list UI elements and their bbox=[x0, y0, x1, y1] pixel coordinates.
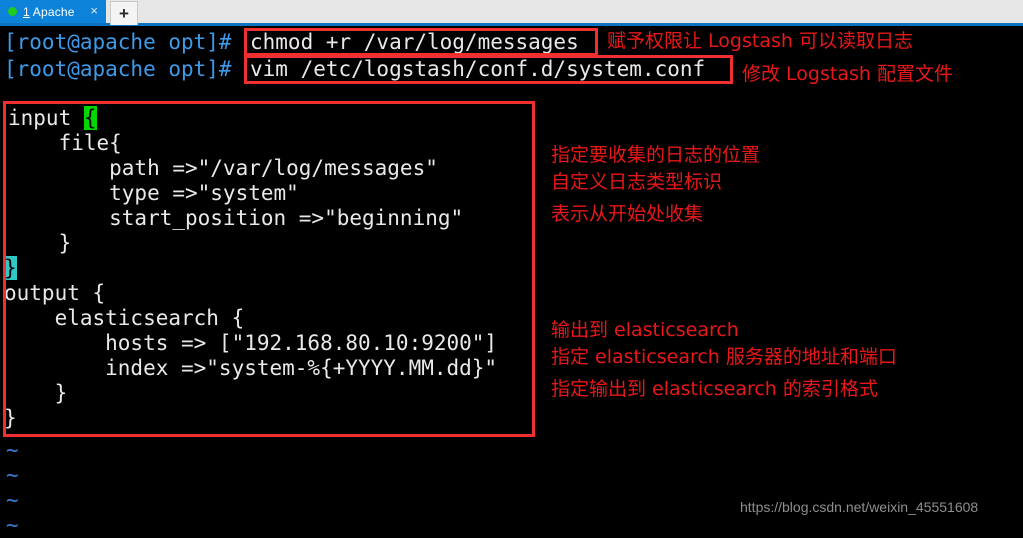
close-icon[interactable]: × bbox=[90, 3, 98, 19]
annotation-hosts: 指定 elasticsearch 服务器的地址和端口 bbox=[551, 346, 897, 368]
shell-prompt-2: [root@apache opt]# bbox=[4, 57, 232, 81]
tab-number: 1 bbox=[23, 4, 30, 19]
editor-line-0-pre: input bbox=[8, 106, 84, 130]
editor-line-11: } bbox=[4, 381, 68, 405]
editor-line-10: index =>"system-%{+YYYY.MM.dd}" bbox=[4, 356, 498, 380]
vim-cursor: } bbox=[4, 256, 17, 280]
tab-title: Apache bbox=[29, 4, 75, 19]
prompt-line-1: [root@apache opt]# bbox=[4, 30, 232, 55]
tab-bar: 1 Apache × + bbox=[0, 0, 1023, 26]
annotation-vim: 修改 Logstash 配置文件 bbox=[742, 63, 953, 85]
annotation-path: 指定要收集的日志的位置 bbox=[551, 144, 761, 166]
new-tab-button[interactable]: + bbox=[110, 1, 138, 25]
editor-line-2: path =>"/var/log/messages" bbox=[8, 156, 438, 180]
shell-prompt: [root@apache opt]# bbox=[4, 30, 232, 54]
annotation-type: 自定义日志类型标识 bbox=[551, 171, 723, 193]
vim-empty-line-marker-1: ~ bbox=[6, 463, 19, 487]
annotation-chmod: 赋予权限让 Logstash 可以读取日志 bbox=[607, 30, 913, 52]
prompt-line-2: [root@apache opt]# bbox=[4, 57, 232, 82]
matching-brace: { bbox=[83, 106, 97, 130]
editor-line-0: input { bbox=[8, 106, 97, 131]
editor-line-6: } bbox=[4, 256, 17, 281]
vim-empty-line-marker-2: ~ bbox=[6, 488, 19, 512]
tab-apache[interactable]: 1 Apache × bbox=[0, 0, 106, 23]
editor-line-8: elasticsearch { bbox=[4, 306, 245, 330]
editor-line-9: hosts => ["192.168.80.10:9200"] bbox=[4, 331, 498, 355]
terminal-window: 1 Apache × + [root@apache opt]# chmod +r… bbox=[0, 0, 1023, 537]
terminal-screen[interactable]: [root@apache opt]# chmod +r /var/log/mes… bbox=[0, 26, 1023, 537]
editor-line-4: start_position =>"beginning" bbox=[8, 206, 464, 230]
tab-label: 1 Apache bbox=[23, 5, 75, 19]
annotation-index: 指定输出到 elasticsearch 的索引格式 bbox=[551, 378, 878, 400]
vim-empty-line-marker-3: ~ bbox=[6, 513, 19, 537]
tab-status-dot bbox=[8, 7, 17, 16]
command-2: vim /etc/logstash/conf.d/system.conf bbox=[250, 57, 706, 81]
editor-line-3: type =>"system" bbox=[8, 181, 299, 205]
watermark: https://blog.csdn.net/weixin_45551608 bbox=[740, 499, 979, 515]
command-1: chmod +r /var/log/messages bbox=[250, 30, 579, 54]
editor-line-12: } bbox=[4, 406, 17, 430]
editor-line-1: file{ bbox=[8, 131, 122, 155]
annotation-start-position: 表示从开始处收集 bbox=[551, 203, 704, 225]
editor-line-7: output { bbox=[4, 281, 106, 305]
editor-line-5: } bbox=[8, 231, 72, 255]
vim-empty-line-marker-0: ~ bbox=[6, 438, 19, 462]
annotation-output: 输出到 elasticsearch bbox=[551, 319, 739, 341]
